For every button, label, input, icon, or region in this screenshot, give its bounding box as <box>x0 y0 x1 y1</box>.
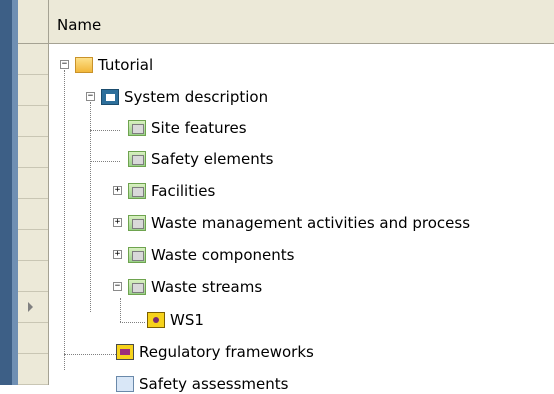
tree-node-facilities[interactable]: Facilities <box>128 181 215 201</box>
tree-node-label: System description <box>124 88 269 106</box>
tree-connector <box>64 354 116 355</box>
folder-green-icon <box>128 151 146 167</box>
row-header-cell[interactable] <box>18 261 48 292</box>
tree-connector <box>120 322 145 323</box>
tree-node-regulatory-frameworks[interactable]: Regulatory frameworks <box>116 342 314 362</box>
tree-node-system-description[interactable]: System description <box>101 87 268 107</box>
tree-node-safety-assessments[interactable]: Safety assessments <box>116 374 288 394</box>
tree-node-waste-components[interactable]: Waste components <box>128 245 294 265</box>
column-header-name[interactable]: Name <box>57 16 101 34</box>
row-header-cell[interactable] <box>18 199 48 230</box>
tree-connector <box>90 102 91 312</box>
tree-node-label: Facilities <box>151 182 216 200</box>
tree-view: − Tutorial − System description Site fea… <box>49 44 554 393</box>
collapse-toggle[interactable]: − <box>113 282 122 291</box>
expand-toggle[interactable]: + <box>113 218 122 227</box>
row-header-cell[interactable] <box>18 323 48 354</box>
row-header-cell[interactable] <box>18 137 48 168</box>
collapse-toggle[interactable]: − <box>86 92 95 101</box>
collapse-toggle[interactable]: − <box>60 60 69 69</box>
row-header-cell[interactable] <box>18 230 48 261</box>
expand-toggle[interactable]: + <box>113 250 122 259</box>
row-header-cell[interactable] <box>18 75 48 106</box>
folder-green-icon <box>128 247 146 263</box>
row-header-cell-current[interactable] <box>18 292 48 323</box>
row-header-cell[interactable] <box>18 44 48 75</box>
tree-node-label: Safety assessments <box>139 375 289 393</box>
folder-green-icon <box>128 215 146 231</box>
row-header-cell[interactable] <box>18 168 48 199</box>
tree-node-label: Site features <box>151 119 247 137</box>
current-row-arrow-icon <box>28 302 33 312</box>
header-corner <box>18 0 49 44</box>
row-header-column <box>18 0 49 385</box>
tree-node-label: WS1 <box>170 311 204 329</box>
tree-node-label: Waste components <box>151 246 295 264</box>
folder-green-icon <box>128 120 146 136</box>
tree-node-tutorial[interactable]: Tutorial <box>75 55 153 75</box>
tree-connector <box>90 130 120 131</box>
tree-node-site-features[interactable]: Site features <box>128 118 247 138</box>
tree-node-ws1[interactable]: WS1 <box>147 310 204 330</box>
building-icon <box>101 89 119 105</box>
tree-node-label: Waste streams <box>151 278 263 296</box>
folder-green-icon <box>128 279 146 295</box>
regulatory-icon <box>116 344 134 360</box>
tree-connector <box>90 161 120 162</box>
row-header-cell[interactable] <box>18 354 48 385</box>
tree-node-label: Tutorial <box>98 56 154 74</box>
safety-assessment-icon <box>116 376 134 392</box>
tree-node-safety-elements[interactable]: Safety elements <box>128 149 273 169</box>
tree-connector <box>120 298 121 322</box>
folder-yellow-icon <box>75 57 93 73</box>
folder-green-icon <box>128 183 146 199</box>
row-header-cell[interactable] <box>18 106 48 137</box>
tree-connector <box>64 70 65 370</box>
tree-node-label: Safety elements <box>151 150 274 168</box>
tree-node-label: Waste management activities and process <box>151 214 471 232</box>
tree-node-label: Regulatory frameworks <box>139 343 314 361</box>
window-left-border <box>0 0 12 385</box>
expand-toggle[interactable]: + <box>113 186 122 195</box>
tree-node-waste-streams[interactable]: Waste streams <box>128 277 262 297</box>
tree-node-waste-management[interactable]: Waste management activities and process <box>128 213 470 233</box>
grid-header: Name <box>18 0 554 44</box>
waste-stream-icon <box>147 312 165 328</box>
